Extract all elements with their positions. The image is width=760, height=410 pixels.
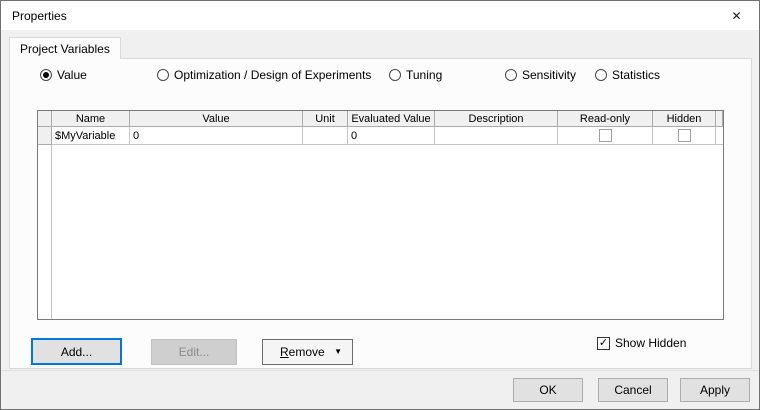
radio-label: Value bbox=[57, 68, 87, 82]
cell-value[interactable]: 0 bbox=[130, 127, 303, 145]
cell-filler bbox=[716, 127, 723, 145]
radio-button-icon bbox=[595, 69, 607, 81]
remove-button[interactable]: Remove ▼ bbox=[262, 339, 353, 365]
radio-button-icon bbox=[40, 69, 52, 81]
edit-button-label: Edit... bbox=[178, 345, 210, 359]
apply-button-label: Apply bbox=[699, 383, 731, 397]
add-button-label: Add... bbox=[60, 344, 93, 359]
col-header-evaluated-value: Evaluated Value bbox=[348, 111, 435, 127]
close-icon: ✕ bbox=[731, 8, 742, 23]
check-icon: ✓ bbox=[598, 336, 609, 349]
radio-statistics[interactable]: Statistics bbox=[595, 68, 660, 82]
show-hidden-checkbox[interactable]: ✓ bbox=[597, 336, 610, 350]
close-button[interactable]: ✕ bbox=[714, 1, 759, 30]
col-header-filler bbox=[716, 111, 723, 127]
dropdown-arrow-icon: ▼ bbox=[334, 347, 342, 356]
properties-dialog: Properties ✕ Project Variables Value Opt… bbox=[0, 0, 760, 410]
tab-panel: Value Optimization / Design of Experimen… bbox=[9, 58, 752, 369]
row-selector-header bbox=[38, 111, 52, 127]
cancel-button-label: Cancel bbox=[614, 383, 652, 397]
edit-button[interactable]: Edit... bbox=[151, 339, 237, 365]
col-header-name: Name bbox=[52, 111, 130, 127]
cell-description[interactable] bbox=[435, 127, 558, 145]
row-selector-column bbox=[38, 145, 52, 319]
col-header-unit: Unit bbox=[303, 111, 348, 127]
titlebar: Properties bbox=[1, 1, 759, 30]
radio-label: Tuning bbox=[406, 68, 443, 82]
col-header-read-only: Read-only bbox=[558, 111, 653, 127]
radio-sensitivity[interactable]: Sensitivity bbox=[505, 68, 576, 82]
ok-button-label: OK bbox=[539, 383, 557, 397]
footer-bar: OK Cancel Apply bbox=[1, 370, 759, 409]
radio-label: Statistics bbox=[612, 68, 661, 82]
col-header-description: Description bbox=[435, 111, 558, 127]
remove-button-label: Remove bbox=[280, 345, 325, 359]
table-header-row: Name Value Unit Evaluated Value Descript… bbox=[38, 111, 723, 127]
radio-tuning[interactable]: Tuning bbox=[389, 68, 442, 82]
radio-button-icon bbox=[505, 69, 517, 81]
cell-unit[interactable] bbox=[303, 127, 348, 145]
row-selector-cell[interactable] bbox=[38, 127, 52, 145]
radio-button-icon bbox=[389, 69, 401, 81]
show-hidden-checkbox-row[interactable]: ✓ Show Hidden bbox=[597, 336, 686, 350]
radio-label: Sensitivity bbox=[522, 68, 577, 82]
tab-project-variables[interactable]: Project Variables bbox=[9, 37, 121, 59]
cell-evaluated-value[interactable]: 0 bbox=[348, 127, 435, 145]
ok-button[interactable]: OK bbox=[513, 378, 583, 402]
cell-hidden bbox=[653, 127, 716, 145]
show-hidden-label: Show Hidden bbox=[615, 336, 687, 350]
radio-button-icon bbox=[157, 69, 169, 81]
add-button[interactable]: Add... bbox=[31, 338, 122, 365]
tab-label: Project Variables bbox=[20, 41, 110, 56]
radio-optimization[interactable]: Optimization / Design of Experiments bbox=[157, 68, 371, 82]
hidden-checkbox[interactable] bbox=[677, 129, 691, 142]
table-empty-area bbox=[38, 145, 723, 319]
cancel-button[interactable]: Cancel bbox=[598, 378, 668, 402]
variables-table: Name Value Unit Evaluated Value Descript… bbox=[37, 110, 724, 320]
radio-label: Optimization / Design of Experiments bbox=[174, 68, 372, 82]
read-only-checkbox[interactable] bbox=[598, 129, 612, 142]
cell-read-only bbox=[558, 127, 653, 145]
radio-value[interactable]: Value bbox=[40, 68, 87, 82]
col-header-hidden: Hidden bbox=[653, 111, 716, 127]
table-row: $MyVariable 0 0 bbox=[38, 127, 723, 145]
window-title: Properties bbox=[12, 8, 67, 23]
cell-name[interactable]: $MyVariable bbox=[52, 127, 130, 145]
apply-button[interactable]: Apply bbox=[680, 378, 750, 402]
col-header-value: Value bbox=[130, 111, 303, 127]
